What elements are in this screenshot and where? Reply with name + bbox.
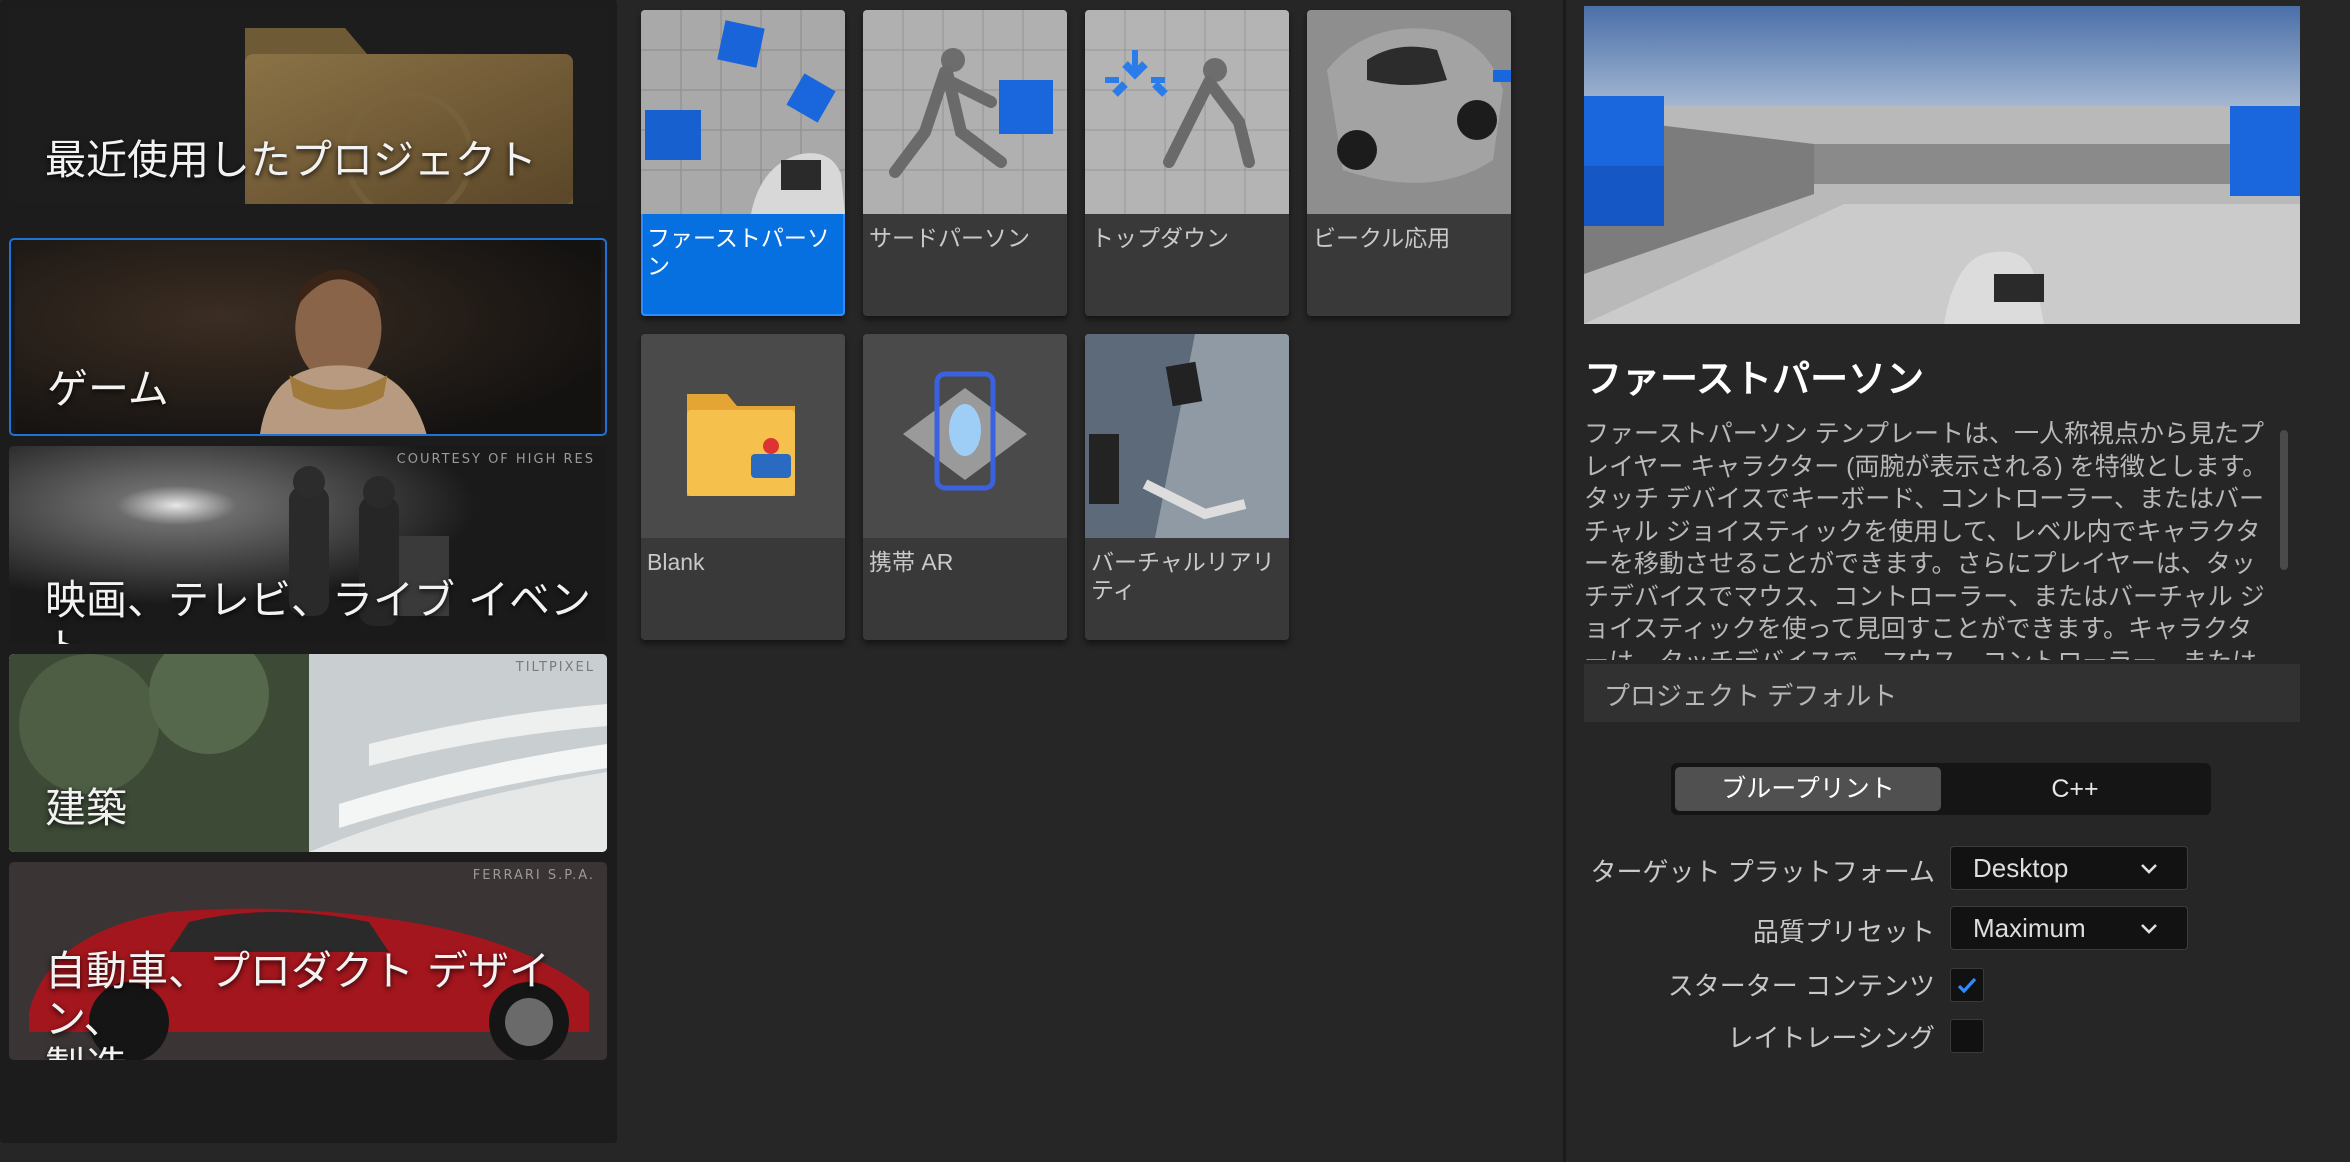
first-person-thumbnail bbox=[641, 10, 845, 214]
category-games[interactable]: ゲーム bbox=[9, 238, 607, 436]
template-third-person[interactable]: サードパーソン bbox=[863, 10, 1067, 316]
raytracing-label: レイトレーシング bbox=[1727, 1023, 1935, 1053]
language-toggle: ブループリント C++ bbox=[1671, 763, 2211, 815]
category-label: 映画、テレビ、ライブ イベント bbox=[45, 576, 592, 644]
checkmark-icon bbox=[1957, 977, 1977, 994]
template-virtual-reality[interactable]: バーチャルリアリティ bbox=[1085, 334, 1289, 640]
top-down-thumbnail bbox=[1085, 10, 1289, 214]
template-label: Blank bbox=[647, 549, 705, 575]
dropdown-value: Desktop bbox=[1973, 853, 2069, 883]
template-handheld-ar[interactable]: 携帯 AR bbox=[863, 334, 1067, 640]
category-label: 自動車、プロダクト デザイン、 製造 bbox=[45, 947, 551, 1060]
vehicle-thumbnail bbox=[1307, 10, 1511, 214]
category-recent-projects[interactable]: 最近使用したプロジェクト bbox=[9, 6, 607, 204]
category-automotive-product-design[interactable]: FERRARI S.P.A. 自動車、プロダクト デザイン、 製造 bbox=[9, 862, 607, 1060]
quality-preset-label: 品質プリセット bbox=[1752, 917, 1935, 947]
third-person-thumbnail bbox=[863, 10, 1067, 214]
template-vehicle[interactable]: ビークル応用 bbox=[1307, 10, 1511, 316]
target-platform-dropdown[interactable]: Desktop bbox=[1950, 846, 2188, 890]
image-credit: FERRARI S.P.A. bbox=[472, 868, 595, 883]
starter-content-checkbox[interactable] bbox=[1950, 968, 1984, 1002]
template-first-person[interactable]: ファーストパーソン bbox=[641, 10, 845, 316]
image-credit: TILTPIXEL bbox=[515, 660, 595, 675]
phone-ar-icon bbox=[863, 334, 1067, 538]
template-label: バーチャルリアリティ bbox=[1091, 549, 1275, 603]
blueprint-option[interactable]: ブループリント bbox=[1675, 767, 1941, 811]
quality-preset-dropdown[interactable]: Maximum bbox=[1950, 906, 2188, 950]
description-scrollbar[interactable] bbox=[2280, 430, 2288, 570]
template-label: ビークル応用 bbox=[1313, 225, 1451, 251]
blank-folder-icon bbox=[641, 334, 845, 538]
category-architecture[interactable]: TILTPIXEL 建築 bbox=[9, 654, 607, 852]
raytracing-checkbox[interactable] bbox=[1950, 1019, 1984, 1053]
project-defaults-title: プロジェクト デフォルト bbox=[1604, 681, 1898, 711]
template-preview-image bbox=[1584, 6, 2300, 324]
template-label: サードパーソン bbox=[869, 225, 1030, 251]
template-top-down[interactable]: トップダウン bbox=[1085, 10, 1289, 316]
chevron-down-icon bbox=[2141, 864, 2157, 874]
category-panel: 最近使用したプロジェクト ゲーム COURTESY OF HIGH RES 映画… bbox=[0, 0, 617, 1143]
category-label: ゲーム bbox=[47, 365, 169, 413]
image-credit: COURTESY OF HIGH RES bbox=[396, 452, 595, 467]
template-label: ファーストパーソン bbox=[647, 225, 830, 279]
dropdown-value: Maximum bbox=[1973, 913, 2086, 943]
category-film-tv-live-events[interactable]: COURTESY OF HIGH RES 映画、テレビ、ライブ イベント bbox=[9, 446, 607, 644]
target-platform-label: ターゲット プラットフォーム bbox=[1590, 857, 1935, 887]
template-blank[interactable]: Blank bbox=[641, 334, 845, 640]
category-label: 建築 bbox=[45, 784, 127, 832]
starter-content-label: スターター コンテンツ bbox=[1667, 971, 1935, 1001]
template-description: ファーストパーソン テンプレートは、一人称視点から見たプレイヤー キャラクター … bbox=[1584, 418, 2272, 660]
cpp-option[interactable]: C++ bbox=[1943, 767, 2207, 811]
template-label: 携帯 AR bbox=[869, 549, 954, 575]
category-label: 最近使用したプロジェクト bbox=[45, 136, 537, 184]
template-title: ファーストパーソン bbox=[1584, 357, 1925, 401]
virtual-reality-thumbnail bbox=[1085, 334, 1289, 538]
template-label: トップダウン bbox=[1091, 225, 1229, 251]
description-text: ファーストパーソン テンプレートは、一人称視点から見たプレイヤー キャラクター … bbox=[1584, 420, 2268, 660]
chevron-down-icon bbox=[2141, 924, 2157, 934]
panel-divider bbox=[1563, 0, 1566, 1162]
